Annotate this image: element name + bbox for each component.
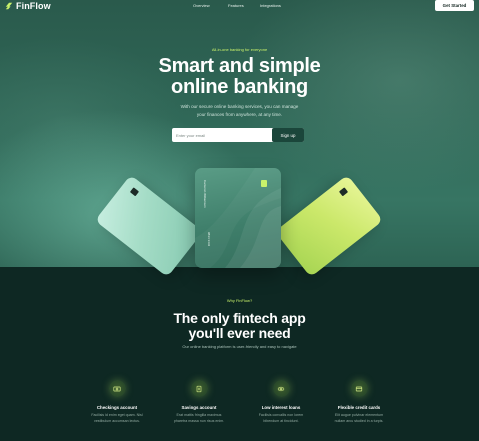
feature-desc-line-2: pharetra massa nun risus enim. xyxy=(173,418,225,423)
feature-desc-line-2: nullam arcu studied in a turpis. xyxy=(334,418,384,423)
feature-title: Flexible credit cards xyxy=(337,405,381,410)
hero-title-line-1: Smart and simple xyxy=(158,55,321,77)
why-title-line-2: you'll ever need xyxy=(188,325,291,341)
feature-description: Erat mattis fringilla maximus pharetra m… xyxy=(154,413,244,424)
hero-subtitle-line-2: your finances from anywhere, at any time… xyxy=(196,111,283,117)
feature-description: Elit augue pulvinar elementum nullam arc… xyxy=(314,413,404,424)
feature-credit-cards: Flexible credit cards Elit augue pulvina… xyxy=(314,380,404,424)
email-input[interactable] xyxy=(174,130,270,140)
money-icon xyxy=(108,380,126,397)
feature-title: Low interest loans xyxy=(261,405,301,410)
feature-checkings: Checkings account Facilisis id enim eget… xyxy=(72,380,162,424)
feature-title: Checkings account xyxy=(96,405,138,410)
nav-item-features[interactable]: Features xyxy=(228,3,244,8)
hero-subtitle: With our secure online banking services,… xyxy=(0,103,479,118)
loan-icon xyxy=(272,380,290,397)
signup-button[interactable]: Sign up xyxy=(272,128,304,142)
top-nav: Overview Features Integrations xyxy=(0,3,479,11)
why-subtitle: Our online banking platform is user-frie… xyxy=(182,344,297,349)
feature-description: Facilisis id enim eget quam. Nisl vestib… xyxy=(72,413,162,424)
why-eyebrow: Why FinFlow? xyxy=(226,298,253,303)
hero-subtitle-line-1: With our secure online banking services,… xyxy=(180,104,299,109)
why-title-line-1: The only fintech app xyxy=(173,310,306,326)
feature-desc-line-2: vestibulum accumsan lectus. xyxy=(94,418,140,423)
hero-title-line-2: online banking xyxy=(171,76,308,98)
feature-loans: Low interest loans Facilisis convallis n… xyxy=(236,380,326,424)
signup-form: Sign up xyxy=(172,128,304,142)
nav-item-overview[interactable]: Overview xyxy=(193,3,210,8)
piggy-bank-icon xyxy=(190,380,208,397)
why-title: The only fintech app you'll ever need xyxy=(0,311,479,341)
feature-title: Savings account xyxy=(181,405,217,410)
credit-card-icon xyxy=(350,380,368,397)
feature-savings: Savings account Erat mattis fringilla ma… xyxy=(154,380,244,424)
feature-desc-line-2: bibendum at tincidunt. xyxy=(263,418,299,423)
get-started-button[interactable]: Get Started xyxy=(435,0,474,11)
hero-eyebrow: All-in-one banking for everyone xyxy=(211,47,268,52)
feature-description: Facilisis convallis non lorem bibendum a… xyxy=(236,413,326,424)
hero-title: Smart and simple online banking xyxy=(0,56,479,98)
nav-item-integrations[interactable]: Integrations xyxy=(260,3,281,8)
